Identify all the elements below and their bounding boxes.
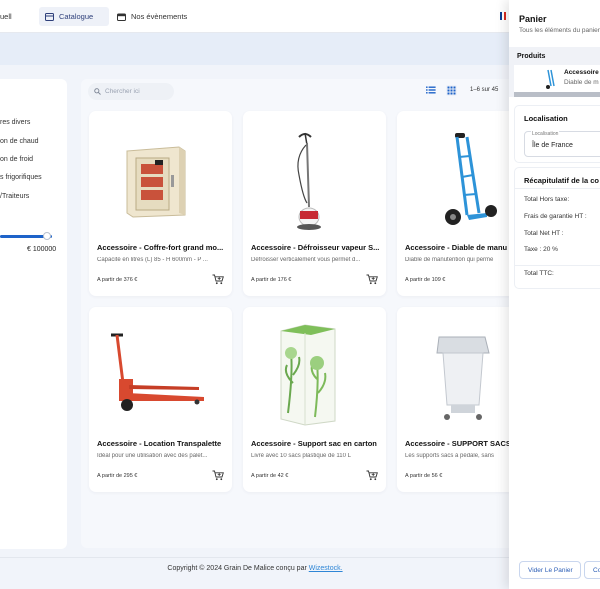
product-price: A partir de 295 € bbox=[97, 473, 138, 479]
nav-catalogue-label: Catalogue bbox=[59, 12, 94, 21]
cart-products-heading: Produits bbox=[517, 53, 546, 60]
safe-image bbox=[126, 146, 186, 218]
location-card: Localisation Localisation Île de France bbox=[514, 105, 600, 163]
product-title[interactable]: Accessoire - Coffre-fort grand mo... bbox=[97, 243, 227, 252]
cart-item-name: Accessoire bbox=[564, 69, 599, 76]
add-to-cart-icon[interactable] bbox=[366, 274, 378, 285]
product-description: Livré avec 10 sacs plastique de 110 L bbox=[251, 453, 351, 459]
product-title[interactable]: Accessoire - Défroisseur vapeur S... bbox=[251, 243, 381, 252]
calendar-icon bbox=[117, 13, 126, 21]
nav-accueil-label: uell bbox=[0, 12, 12, 21]
filter-category[interactable]: res divers bbox=[0, 119, 30, 126]
pagination-info: 1–6 sur 45 bbox=[470, 87, 499, 93]
summary-net-ht: Total Net HT : bbox=[524, 230, 564, 237]
filter-category[interactable]: on de chaud bbox=[0, 138, 39, 145]
cart-drawer: Panier Tous les éléments du panier Produ… bbox=[509, 0, 600, 589]
price-range-thumb[interactable] bbox=[43, 232, 51, 240]
nav-accueil[interactable]: uell bbox=[0, 7, 18, 26]
add-to-cart-icon[interactable] bbox=[212, 274, 224, 285]
nav-events-label: Nos évènements bbox=[131, 12, 188, 21]
footer-link[interactable]: Wizestock. bbox=[309, 565, 343, 572]
catalogue-icon bbox=[45, 12, 54, 21]
add-to-cart-icon[interactable] bbox=[212, 470, 224, 481]
product-price: A partir de 109 € bbox=[405, 277, 446, 283]
footer-divider bbox=[0, 557, 510, 558]
product-card[interactable]: Accessoire - Support sac en carton Livré… bbox=[243, 307, 386, 492]
product-price: A partir de 376 € bbox=[97, 277, 138, 283]
clear-cart-button[interactable]: Vider Le Panier bbox=[519, 561, 581, 579]
cart-item-thumbnail bbox=[546, 69, 555, 89]
catalogue-panel: 1–6 sur 45 Accessoire - Coffre-fort gran… bbox=[81, 79, 540, 548]
location-select[interactable]: Localisation Île de France bbox=[524, 131, 600, 157]
summary-heading: Récapitulatif de la co bbox=[524, 176, 600, 185]
cardboard-bin-image bbox=[280, 324, 336, 426]
price-range-max: € 100000 bbox=[27, 246, 57, 253]
cart-title: Panier bbox=[519, 14, 547, 24]
footer: Copyright © 2024 Grain De Malice conçu p… bbox=[0, 565, 510, 572]
filter-category[interactable]: s frigorifiques bbox=[0, 174, 42, 181]
summary-divider bbox=[515, 188, 600, 189]
product-price: A partir de 56 € bbox=[405, 473, 443, 479]
summary-tax: Taxe : 20 % bbox=[524, 246, 558, 253]
cart-item-description: Diable de m bbox=[564, 79, 599, 86]
summary-total-ttc: Total TTC: bbox=[524, 270, 554, 277]
search-icon bbox=[94, 88, 101, 95]
cart-subtitle: Tous les éléments du panier bbox=[519, 27, 600, 34]
product-title[interactable]: Accessoire - Support sac en carton bbox=[251, 439, 381, 448]
cart-item[interactable]: Accessoire Diable de m bbox=[514, 65, 600, 92]
search-bar[interactable] bbox=[88, 83, 174, 100]
footer-copyright: Copyright © 2024 Grain De Malice conçu p… bbox=[167, 565, 309, 572]
cart-items-scrollbar[interactable] bbox=[514, 92, 600, 97]
list-view-icon[interactable] bbox=[426, 85, 436, 95]
product-card[interactable]: Accessoire - Défroisseur vapeur S... Déf… bbox=[243, 111, 386, 296]
scrollbar-thumb[interactable] bbox=[514, 92, 600, 97]
steamer-image bbox=[297, 132, 321, 230]
search-input[interactable] bbox=[105, 88, 171, 95]
continue-button[interactable]: Con bbox=[584, 561, 600, 579]
location-field-label: Localisation bbox=[531, 131, 560, 137]
product-title[interactable]: Accessoire - Location Transpalette bbox=[97, 439, 227, 448]
product-description: Capacité en litres (L) 85 - H 600mm - P … bbox=[97, 257, 208, 263]
product-price: A partir de 176 € bbox=[251, 277, 292, 283]
nav-catalogue[interactable]: Catalogue bbox=[39, 7, 109, 26]
product-price: A partir de 42 € bbox=[251, 473, 289, 479]
filter-category[interactable]: /Traiteurs bbox=[0, 193, 29, 200]
nav-events[interactable]: Nos évènements bbox=[111, 7, 193, 26]
summary-guarantee-fee: Frais de garantie HT : bbox=[524, 213, 587, 220]
product-description: Défroisser verticalement vous permet d..… bbox=[251, 257, 361, 263]
product-card[interactable]: Accessoire - Coffre-fort grand mo... Cap… bbox=[89, 111, 232, 296]
filter-category[interactable]: on de froid bbox=[0, 156, 33, 163]
product-description: Idéal pour une utilisation avec des pale… bbox=[97, 453, 208, 459]
summary-total-ht: Total Hors taxe: bbox=[524, 196, 570, 203]
product-card[interactable]: Accessoire - Location Transpalette Idéal… bbox=[89, 307, 232, 492]
location-heading: Localisation bbox=[524, 114, 568, 123]
summary-card: Récapitulatif de la co Total Hors taxe: … bbox=[514, 167, 600, 289]
french-flag-icon[interactable] bbox=[500, 12, 506, 20]
add-to-cart-icon[interactable] bbox=[366, 470, 378, 481]
grid-view-icon[interactable] bbox=[446, 85, 457, 96]
pallet-jack-image bbox=[111, 333, 204, 411]
summary-divider bbox=[515, 265, 600, 266]
location-value: Île de France bbox=[532, 142, 573, 149]
filters-panel: res divers on de chaud on de froid s fri… bbox=[0, 79, 67, 549]
